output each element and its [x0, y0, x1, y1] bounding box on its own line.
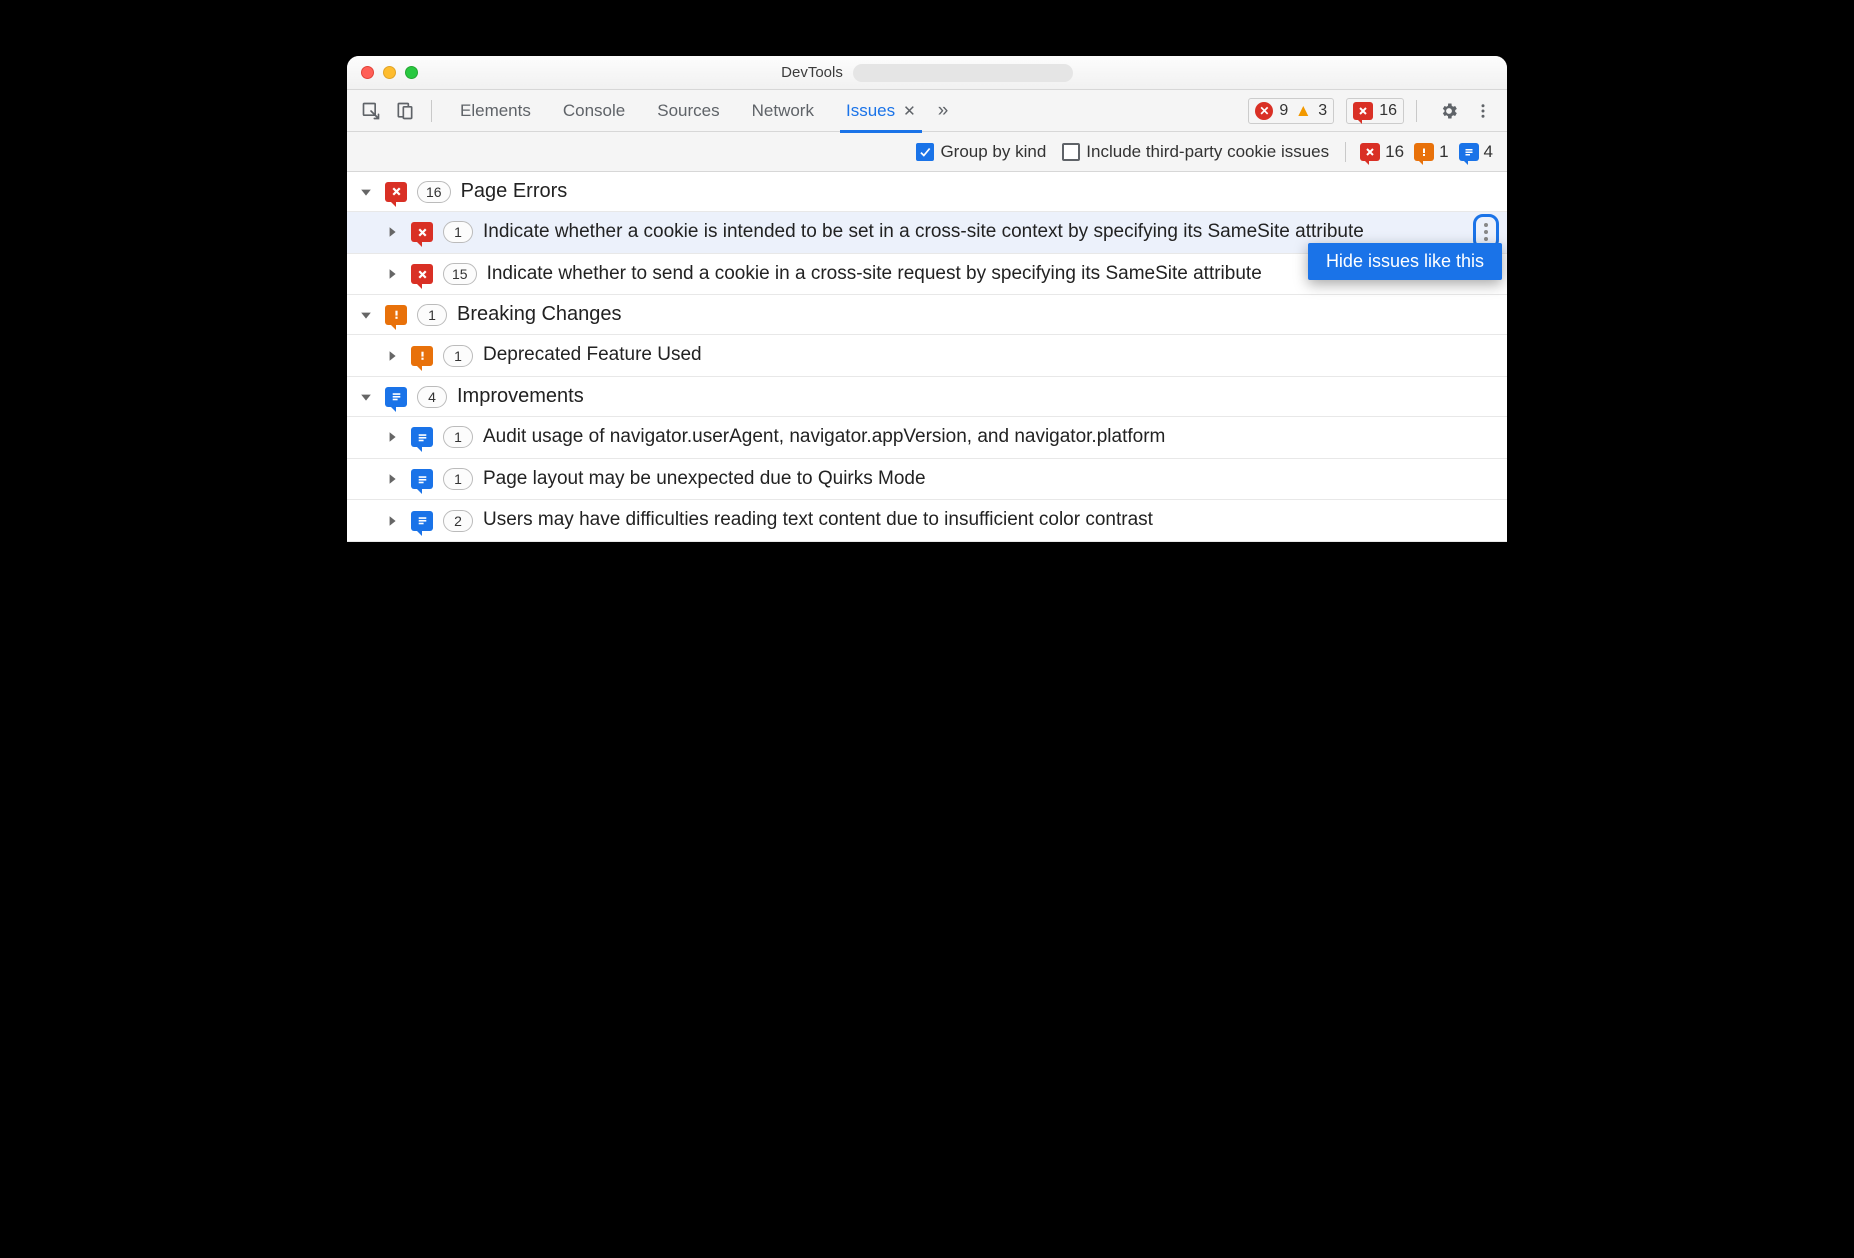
info-bubble-icon — [411, 511, 433, 531]
issue-error-count: 16 — [1379, 102, 1397, 120]
group-count: 4 — [417, 386, 447, 408]
summary-info[interactable]: 4 — [1459, 142, 1493, 162]
tab-sources[interactable]: Sources — [641, 90, 735, 132]
disclosure-triangle-icon[interactable] — [357, 388, 375, 406]
group-count: 16 — [417, 181, 451, 203]
disclosure-triangle-icon[interactable] — [383, 512, 401, 530]
error-icon: ✕ — [1255, 102, 1273, 120]
issues-filter-bar: Group by kind Include third-party cookie… — [347, 132, 1507, 172]
summary-errors[interactable]: 16 — [1360, 142, 1404, 162]
group-by-kind-checkbox[interactable]: Group by kind — [916, 142, 1046, 162]
issue-group-row[interactable]: 4 Improvements — [347, 377, 1507, 417]
device-toolbar-icon[interactable] — [391, 97, 419, 125]
url-pill — [853, 64, 1073, 82]
error-count: 9 — [1279, 102, 1288, 120]
issue-text: Page layout may be unexpected due to Qui… — [483, 467, 1501, 492]
issue-row[interactable]: 1 Deprecated Feature Used — [347, 335, 1507, 377]
group-label: Improvements — [457, 385, 584, 408]
issue-text: Deprecated Feature Used — [483, 343, 1501, 368]
window-title: DevTools — [781, 64, 843, 81]
disclosure-triangle-icon[interactable] — [383, 223, 401, 241]
issue-count: 2 — [443, 510, 473, 532]
tab-network[interactable]: Network — [736, 90, 830, 132]
disclosure-triangle-icon[interactable] — [357, 183, 375, 201]
issue-kebab-button[interactable]: Hide issues like this — [1473, 214, 1499, 250]
issue-row[interactable]: 1 Indicate whether a cookie is intended t… — [347, 212, 1507, 254]
warning-icon: ▲ — [1294, 102, 1312, 120]
group-label: Page Errors — [461, 180, 568, 203]
more-tabs-button[interactable]: » — [932, 100, 955, 122]
context-menu[interactable]: Hide issues like this — [1308, 243, 1502, 280]
issue-text: Audit usage of navigator.userAgent, navi… — [483, 425, 1501, 450]
warning-count: 3 — [1318, 102, 1327, 120]
checkbox-unchecked-icon — [1062, 143, 1080, 161]
third-party-checkbox[interactable]: Include third-party cookie issues — [1062, 142, 1329, 162]
issue-text: Indicate whether a cookie is intended to… — [483, 220, 1501, 245]
issue-row[interactable]: 1 Audit usage of navigator.userAgent, nav… — [347, 417, 1507, 459]
warn-bubble-icon — [411, 346, 433, 366]
issue-error-icon — [1353, 102, 1373, 120]
issue-group-row[interactable]: 1 Breaking Changes — [347, 295, 1507, 335]
close-window-button[interactable] — [361, 66, 374, 79]
error-bubble-icon — [1360, 143, 1380, 161]
divider — [431, 100, 432, 122]
minimize-window-button[interactable] — [383, 66, 396, 79]
issues-counter[interactable]: 16 — [1346, 98, 1404, 124]
issue-group-row[interactable]: 16 Page Errors — [347, 172, 1507, 212]
tab-issues[interactable]: Issues ✕ — [830, 90, 932, 132]
summary-warnings[interactable]: 1 — [1414, 142, 1448, 162]
issue-count: 1 — [443, 221, 473, 243]
issue-row[interactable]: 2 Users may have difficulties reading tex… — [347, 500, 1507, 542]
devtools-toolbar: Elements Console Sources Network Issues … — [347, 90, 1507, 132]
info-bubble-icon — [411, 469, 433, 489]
kebab-menu-icon[interactable] — [1469, 97, 1497, 125]
disclosure-triangle-icon[interactable] — [383, 347, 401, 365]
disclosure-triangle-icon[interactable] — [383, 470, 401, 488]
issue-row[interactable]: 1 Page layout may be unexpected due to Qu… — [347, 459, 1507, 501]
panel-tabs: Elements Console Sources Network Issues … — [444, 90, 954, 132]
issue-count: 15 — [443, 263, 477, 285]
error-bubble-icon — [385, 182, 407, 202]
error-bubble-icon — [411, 222, 433, 242]
info-bubble-icon — [411, 427, 433, 447]
issue-count: 1 — [443, 345, 473, 367]
disclosure-triangle-icon[interactable] — [357, 306, 375, 324]
warn-bubble-icon — [1414, 143, 1434, 161]
console-counters[interactable]: ✕ 9 ▲ 3 — [1248, 98, 1334, 124]
warn-bubble-icon — [385, 305, 407, 325]
settings-icon[interactable] — [1435, 97, 1463, 125]
zoom-window-button[interactable] — [405, 66, 418, 79]
divider — [1416, 100, 1417, 122]
issues-list: 16 Page Errors 1 Indicate whether a cookie … — [347, 172, 1507, 542]
traffic-lights — [347, 66, 418, 79]
group-label: Breaking Changes — [457, 303, 622, 326]
devtools-window: DevTools Elements Console Sources Networ… — [347, 56, 1507, 542]
disclosure-triangle-icon[interactable] — [383, 265, 401, 283]
inspect-element-icon[interactable] — [357, 97, 385, 125]
issue-count: 1 — [443, 468, 473, 490]
tab-elements[interactable]: Elements — [444, 90, 547, 132]
disclosure-triangle-icon[interactable] — [383, 428, 401, 446]
issue-text: Users may have difficulties reading text… — [483, 508, 1501, 533]
info-bubble-icon — [1459, 143, 1479, 161]
issue-summary-counts: 16 1 4 — [1345, 142, 1493, 162]
error-bubble-icon — [411, 264, 433, 284]
tab-console[interactable]: Console — [547, 90, 641, 132]
group-count: 1 — [417, 304, 447, 326]
titlebar: DevTools — [347, 56, 1507, 90]
info-bubble-icon — [385, 387, 407, 407]
issue-count: 1 — [443, 426, 473, 448]
checkbox-checked-icon — [916, 143, 934, 161]
close-tab-icon[interactable]: ✕ — [903, 102, 916, 120]
